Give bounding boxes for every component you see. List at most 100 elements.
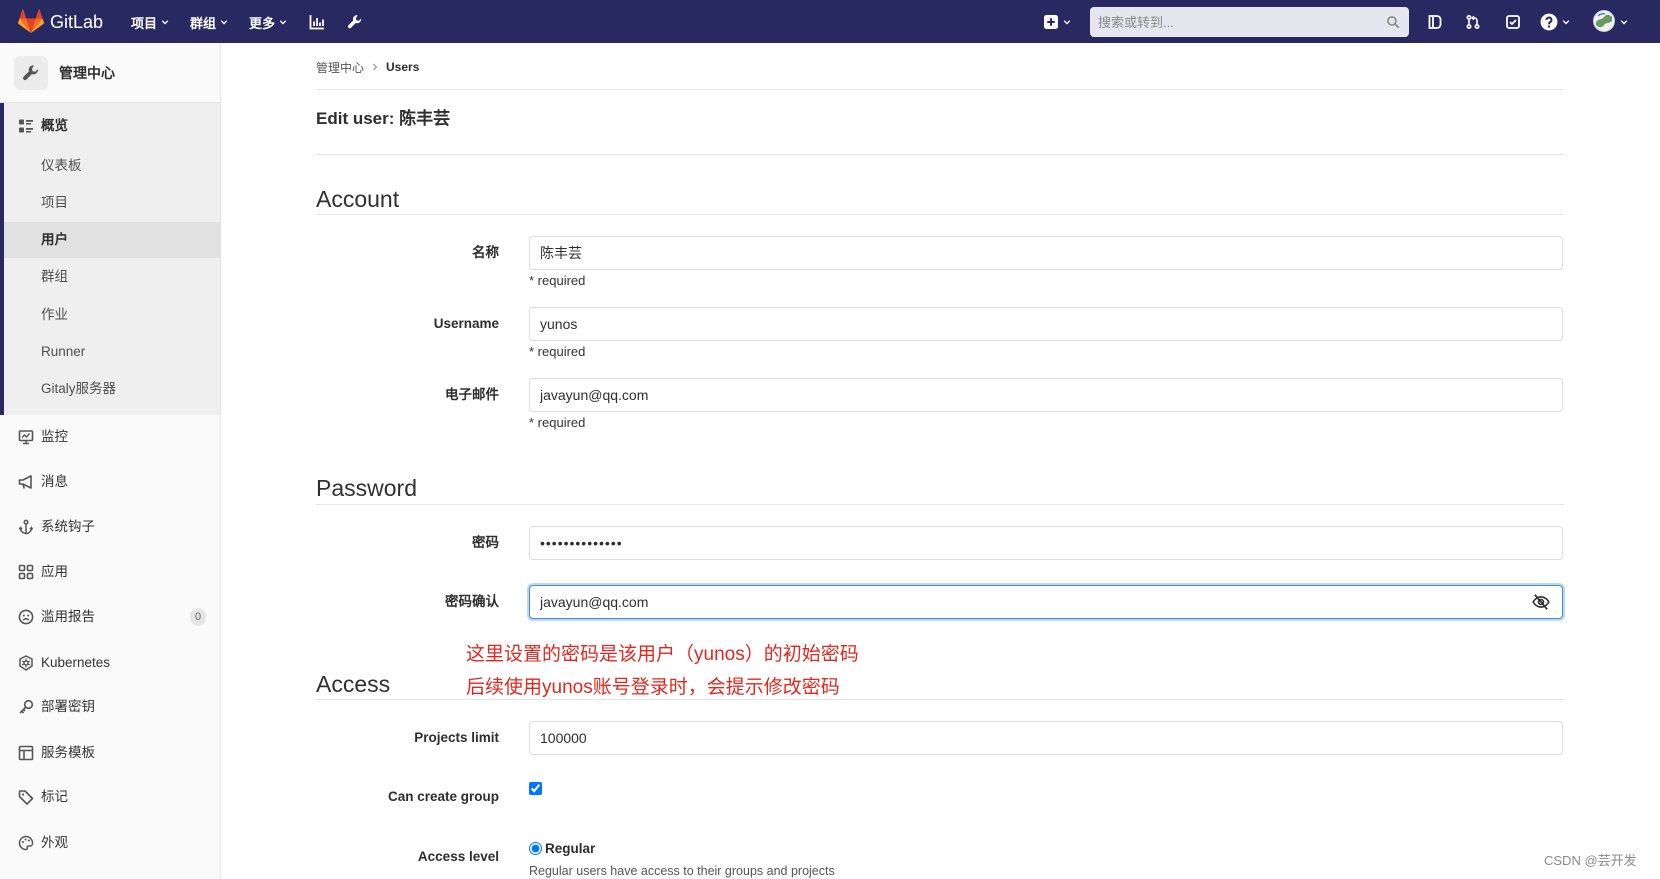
admin-sidebar: 管理中心 概览 仪表板 项目 用户 群组 作业 Runner Gitaly服务器…	[0, 43, 221, 879]
username-label: Username	[433, 316, 499, 331]
nav-menu-label: 群组	[190, 15, 217, 31]
sidebar-item-abuse-reports[interactable]: 滥用报告 0	[0, 599, 220, 635]
sidebar-subitem-groups[interactable]: 群组	[4, 259, 220, 295]
sidebar-item-label: 部署密钥	[41, 699, 95, 714]
brand-name[interactable]: GitLab	[50, 10, 103, 34]
label-icon	[18, 790, 34, 805]
divider	[316, 504, 1564, 505]
chevron-down-icon	[161, 20, 169, 25]
sidebar-subitem-projects[interactable]: 项目	[4, 185, 220, 221]
template-icon	[18, 745, 34, 761]
main-content: 管理中心 Users Edit user: 陈丰芸 Account 名称 * r…	[316, 0, 1564, 879]
sidebar-item-label: 系统钩子	[41, 519, 95, 534]
monitor-icon	[18, 430, 34, 445]
email-field[interactable]	[529, 378, 1563, 412]
projects-limit-label: Projects limit	[414, 730, 499, 745]
access-level-regular-description: Regular users have access to their group…	[529, 864, 835, 878]
nav-menu-label: 更多	[249, 15, 276, 31]
breadcrumb: 管理中心 Users	[316, 58, 419, 76]
sidebar-item-applications[interactable]: 应用	[0, 554, 220, 590]
username-field[interactable]	[529, 307, 1563, 341]
sidebar-item-monitoring[interactable]: 监控	[0, 419, 220, 455]
nav-menu-projects[interactable]: 项目	[131, 12, 170, 32]
name-required-hint: * required	[529, 273, 586, 288]
gitlab-logo-icon[interactable]	[18, 9, 44, 35]
breadcrumb-admin-area[interactable]: 管理中心	[316, 59, 364, 76]
key-icon	[19, 699, 34, 714]
sidebar-subitem-label: Runner	[41, 344, 86, 359]
eye-slash-icon[interactable]	[1532, 593, 1550, 611]
can-create-group-label: Can create group	[387, 789, 499, 804]
sidebar-subitem-label: 仪表板	[41, 158, 82, 173]
sidebar-subitem-dashboard[interactable]: 仪表板	[4, 148, 220, 184]
name-field[interactable]	[529, 236, 1563, 270]
appearance-icon	[18, 835, 34, 851]
sidebar-item-deploy-keys[interactable]: 部署密钥	[0, 689, 220, 725]
sidebar-item-appearance[interactable]: 外观	[0, 825, 220, 861]
sidebar-title: 管理中心	[59, 65, 115, 81]
sidebar-subitem-label: 项目	[41, 195, 68, 210]
kubernetes-icon	[19, 655, 33, 671]
chevron-down-icon	[220, 20, 228, 25]
page-title: Edit user: 陈丰芸	[316, 109, 451, 128]
abuse-count-badge: 0	[190, 608, 206, 626]
sidebar-section-overview: 概览 仪表板 项目 用户 群组 作业 Runner Gitaly服务器	[0, 103, 220, 415]
sidebar-subitem-gitaly-servers[interactable]: Gitaly服务器	[4, 371, 220, 407]
sidebar-item-label: 标记	[41, 789, 68, 804]
chevron-right-icon	[373, 63, 378, 71]
divider	[316, 89, 1564, 90]
divider	[316, 154, 1564, 155]
sidebar-subitem-runners[interactable]: Runner	[4, 334, 220, 370]
username-required-hint: * required	[529, 344, 586, 359]
password-confirmation-field[interactable]	[529, 585, 1563, 619]
sidebar-item-label: 消息	[41, 474, 68, 489]
sidebar-item-service-templates[interactable]: 服务模板	[0, 735, 220, 771]
sidebar-item-label: 概览	[41, 118, 68, 133]
account-heading: Account	[316, 186, 400, 212]
sidebar-item-label: 外观	[41, 835, 68, 850]
annotation-line-2: 后续使用yunos账号登录时，会提示修改密码	[466, 677, 840, 698]
name-label: 名称	[472, 245, 499, 260]
chevron-down-icon	[279, 20, 287, 25]
can-create-group-checkbox[interactable]	[529, 782, 542, 795]
email-label: 电子邮件	[445, 387, 499, 402]
sidebar-subitem-label: Gitaly服务器	[41, 381, 117, 396]
nav-menu-label: 项目	[131, 15, 158, 31]
sidebar-item-labels[interactable]: 标记	[0, 779, 220, 815]
sidebar-item-label: 应用	[41, 564, 68, 579]
sidebar-subitem-label: 群组	[41, 269, 68, 284]
chevron-down-icon[interactable]	[1619, 17, 1629, 27]
user-avatar[interactable]	[1593, 10, 1615, 32]
sidebar-item-kubernetes[interactable]: Kubernetes	[0, 645, 220, 681]
hook-icon	[18, 519, 34, 535]
sidebar-header[interactable]: 管理中心	[0, 43, 220, 103]
access-level-label: Access level	[417, 849, 499, 864]
overview-icon	[19, 119, 33, 133]
sidebar-item-label: 服务模板	[41, 745, 95, 760]
projects-limit-field[interactable]	[529, 721, 1563, 755]
password-confirmation-label: 密码确认	[445, 594, 499, 609]
wrench-icon	[23, 65, 38, 81]
sidebar-item-messages[interactable]: 消息	[0, 464, 220, 500]
password-label: 密码	[472, 535, 499, 550]
sidebar-subitem-label: 作业	[41, 307, 68, 322]
divider	[316, 214, 1564, 215]
breadcrumb-users[interactable]: Users	[386, 60, 419, 74]
password-heading: Password	[316, 475, 417, 501]
sidebar-subitem-jobs[interactable]: 作业	[4, 297, 220, 333]
nav-menu-more[interactable]: 更多	[249, 12, 288, 32]
abuse-report-icon	[18, 609, 34, 625]
applications-icon	[18, 564, 34, 580]
password-field[interactable]	[529, 526, 1563, 560]
sidebar-subitem-label: 用户	[41, 232, 68, 247]
sidebar-item-label: 监控	[41, 429, 68, 444]
sidebar-item-label: 滥用报告	[41, 609, 95, 624]
sidebar-subitem-users[interactable]: 用户	[4, 222, 220, 258]
nav-menu-groups[interactable]: 群组	[190, 12, 229, 32]
access-level-regular-radio[interactable]	[529, 842, 542, 855]
admin-area-avatar	[14, 56, 48, 90]
access-heading: Access	[316, 671, 391, 697]
sidebar-item-overview[interactable]: 概览	[4, 108, 220, 144]
sidebar-item-system-hooks[interactable]: 系统钩子	[0, 509, 220, 545]
access-level-regular-label[interactable]: Regular	[545, 840, 595, 858]
